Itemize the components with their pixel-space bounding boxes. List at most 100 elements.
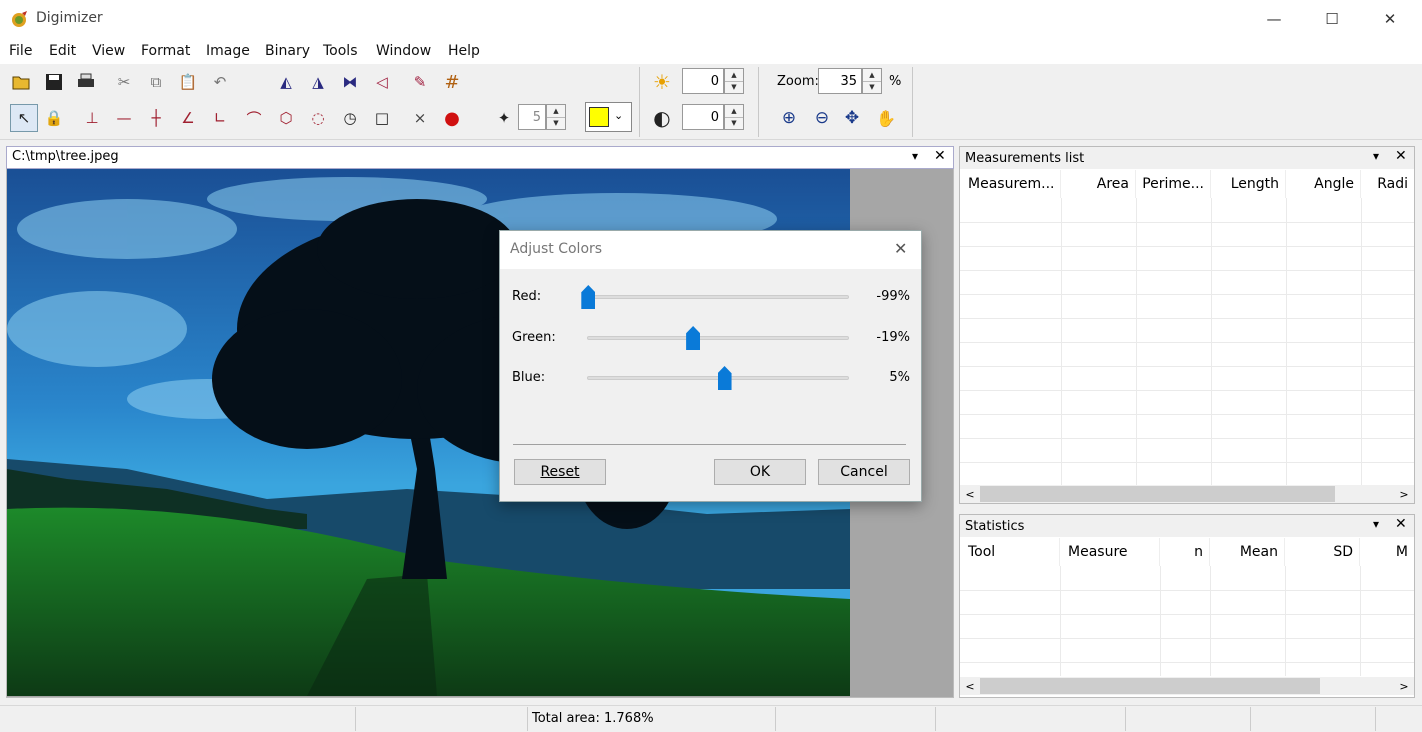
chevron-right-icon[interactable]: > (1394, 680, 1414, 693)
column-header[interactable]: Mean (1210, 538, 1285, 566)
column-header[interactable]: Perime... (1136, 170, 1211, 198)
rotate-right-icon[interactable]: ◮ (304, 68, 332, 96)
column-header[interactable]: n (1160, 538, 1210, 566)
calibrate-icon[interactable]: ✎ (406, 68, 434, 96)
column-header[interactable]: SD (1285, 538, 1360, 566)
green-slider-track[interactable] (587, 336, 849, 340)
polyline-tool-icon[interactable]: ⌒ (240, 104, 268, 132)
point-tool-icon[interactable]: × (406, 104, 434, 132)
length-tool-icon[interactable]: ┼ (142, 104, 170, 132)
copy-icon[interactable]: ⧉ (142, 68, 170, 96)
column-header[interactable]: Tool (960, 538, 1060, 566)
column-header[interactable]: M (1360, 538, 1414, 566)
fill-color-picker[interactable]: ⌄ (585, 102, 632, 132)
column-header[interactable]: Angle (1286, 170, 1361, 198)
paste-icon[interactable]: 📋 (174, 68, 202, 96)
flip-horizontal-icon[interactable]: ⧓ (336, 68, 364, 96)
menu-edit[interactable]: Edit (49, 43, 76, 59)
polygon-tool-icon[interactable]: ⬡ (272, 104, 300, 132)
blue-slider-thumb[interactable] (717, 366, 732, 390)
chevron-down-icon[interactable]: ▼ (725, 118, 743, 130)
magic-wand-icon[interactable]: ✦ (490, 104, 518, 132)
zoom-label: Zoom: (777, 74, 819, 89)
adjust-colors-dialog: Adjust Colors ✕ Red: -99% Green: -19% Bl… (499, 230, 922, 502)
measurements-menu-icon[interactable]: ▾ (1373, 149, 1379, 163)
dot-tool-icon[interactable]: ● (438, 104, 466, 132)
chevron-up-icon[interactable]: ▲ (863, 69, 881, 82)
column-header[interactable]: Length (1211, 170, 1286, 198)
chevron-right-icon[interactable]: > (1394, 488, 1414, 501)
brightness-field[interactable]: 0 (682, 68, 724, 94)
menu-help[interactable]: Help (448, 43, 480, 59)
rotate-left-icon[interactable]: ◭ (272, 68, 300, 96)
circle-tool-icon[interactable]: ◌ (304, 104, 332, 132)
menu-tools[interactable]: Tools (323, 43, 358, 59)
menu-file[interactable]: File (9, 43, 32, 59)
grid-column-line (1210, 566, 1211, 676)
column-header[interactable]: Measurem... (960, 170, 1061, 198)
green-slider-thumb[interactable] (686, 326, 701, 350)
marker-tool-icon[interactable]: ⊥ (78, 104, 106, 132)
close-button[interactable]: ✕ (1361, 0, 1419, 38)
chevron-up-icon[interactable]: ▲ (547, 105, 565, 118)
scrollbar-thumb[interactable] (980, 678, 1320, 694)
chevron-up-icon[interactable]: ▲ (725, 105, 743, 118)
red-slider-track[interactable] (587, 295, 849, 299)
measurements-scrollbar[interactable]: < > (960, 485, 1414, 503)
crosshair-icon[interactable]: # (438, 68, 466, 96)
scrollbar-thumb[interactable] (980, 486, 1335, 502)
statistics-close-icon[interactable]: ✕ (1395, 516, 1407, 532)
menu-window[interactable]: Window (376, 43, 431, 59)
pan-arrows-icon[interactable]: ✥ (838, 104, 866, 132)
save-icon[interactable] (40, 68, 68, 96)
measurements-close-icon[interactable]: ✕ (1395, 148, 1407, 164)
line-tool-icon[interactable]: — (110, 104, 138, 132)
menu-binary[interactable]: Binary (265, 43, 310, 59)
print-icon[interactable] (72, 68, 100, 96)
zoom-out-icon[interactable]: ⊖ (808, 104, 836, 132)
select-pointer-icon[interactable]: ↖ (10, 104, 38, 132)
chevron-left-icon[interactable]: < (960, 488, 980, 501)
grid-row-line (960, 390, 1414, 391)
chevron-up-icon[interactable]: ▲ (725, 69, 743, 82)
document-menu-icon[interactable]: ▾ (912, 149, 918, 163)
cancel-button[interactable]: Cancel (818, 459, 910, 485)
menu-image[interactable]: Image (206, 43, 250, 59)
column-header[interactable]: Radi (1361, 170, 1414, 198)
wand-tolerance-field[interactable]: 5 (518, 104, 546, 130)
open-icon[interactable] (8, 68, 36, 96)
zoom-field[interactable]: 35 (818, 68, 862, 94)
dialog-close-icon[interactable]: ✕ (894, 239, 907, 258)
minimize-button[interactable]: — (1245, 0, 1303, 38)
brightness-stepper[interactable]: ▲ ▼ (724, 68, 744, 94)
chevron-down-icon[interactable]: ▼ (725, 82, 743, 94)
statistics-scrollbar[interactable]: < > (960, 677, 1414, 695)
statistics-menu-icon[interactable]: ▾ (1373, 517, 1379, 531)
menu-format[interactable]: Format (141, 43, 190, 59)
contrast-stepper[interactable]: ▲ ▼ (724, 104, 744, 130)
column-header[interactable]: Measure (1060, 538, 1160, 566)
column-header[interactable]: Area (1061, 170, 1136, 198)
zoom-stepper[interactable]: ▲ ▼ (862, 68, 882, 94)
rectangle-tool-icon[interactable]: □ (368, 104, 396, 132)
flip-vertical-icon[interactable]: ◁ (368, 68, 396, 96)
ok-button[interactable]: OK (714, 459, 806, 485)
wand-tolerance-stepper[interactable]: ▲ ▼ (546, 104, 566, 130)
reset-button[interactable]: Reset (514, 459, 606, 485)
hand-icon[interactable]: ✋ (872, 104, 900, 132)
angle-tool-icon[interactable]: ∠ (174, 104, 202, 132)
chevron-down-icon[interactable]: ▼ (547, 118, 565, 130)
zoom-in-icon[interactable]: ⊕ (775, 104, 803, 132)
ellipse-tool-icon[interactable]: ◷ (336, 104, 364, 132)
document-close-icon[interactable]: ✕ (934, 148, 946, 164)
undo-icon[interactable]: ↶ (206, 68, 234, 96)
maximize-button[interactable]: ☐ (1303, 0, 1361, 38)
contrast-field[interactable]: 0 (682, 104, 724, 130)
lock-icon[interactable]: 🔒 (40, 104, 68, 132)
right-angle-tool-icon[interactable]: ∟ (206, 104, 234, 132)
chevron-left-icon[interactable]: < (960, 680, 980, 693)
red-slider-thumb[interactable] (581, 285, 596, 309)
menu-view[interactable]: View (92, 43, 125, 59)
chevron-down-icon[interactable]: ▼ (863, 82, 881, 94)
cut-icon[interactable]: ✂ (110, 68, 138, 96)
